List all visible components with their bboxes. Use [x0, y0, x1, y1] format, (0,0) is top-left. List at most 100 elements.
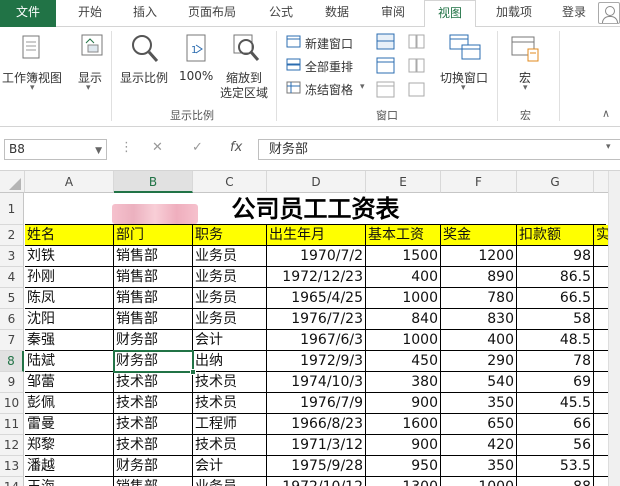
tab-review[interactable]: 审阅	[368, 0, 418, 27]
data-cell[interactable]: 650	[441, 414, 517, 435]
data-cell[interactable]: 1000	[366, 288, 441, 309]
data-cell[interactable]: 郑黎	[25, 435, 114, 456]
data-cell[interactable]: 780	[441, 288, 517, 309]
data-cell[interactable]: 技术部	[114, 393, 193, 414]
row-header[interactable]: 3	[0, 246, 24, 267]
header-cell[interactable]: 部门	[114, 225, 193, 246]
tab-data[interactable]: 数据	[312, 0, 362, 27]
data-cell[interactable]: 900	[366, 393, 441, 414]
tab-insert[interactable]: 插入	[122, 0, 168, 27]
row-header[interactable]: 8	[0, 351, 24, 372]
data-cell[interactable]: 98	[517, 246, 594, 267]
data-cell[interactable]: 1975/9/28	[267, 456, 366, 477]
collapse-ribbon-icon[interactable]: ∧	[602, 107, 610, 120]
name-box[interactable]: B8 ▼	[4, 139, 107, 160]
data-cell[interactable]: 1966/8/23	[267, 414, 366, 435]
data-cell[interactable]: 技术部	[114, 435, 193, 456]
data-cell[interactable]: 900	[366, 435, 441, 456]
data-cell[interactable]: 1965/4/25	[267, 288, 366, 309]
row-header[interactable]: 9	[0, 372, 24, 393]
select-all-corner[interactable]	[0, 171, 25, 193]
data-cell[interactable]: 业务员	[193, 288, 267, 309]
synchronous-scrolling-icon[interactable]	[408, 57, 426, 75]
data-cell[interactable]: 400	[366, 267, 441, 288]
data-cell[interactable]: 540	[441, 372, 517, 393]
data-cell[interactable]: 1972/9/3	[267, 351, 366, 372]
row-header[interactable]: 1	[0, 193, 24, 225]
data-cell[interactable]: 830	[441, 309, 517, 330]
data-cell[interactable]: 陈凤	[25, 288, 114, 309]
data-cell[interactable]: 350	[441, 456, 517, 477]
data-cell[interactable]: 秦强	[25, 330, 114, 351]
column-header-a[interactable]: A	[25, 171, 114, 193]
row-header[interactable]: 13	[0, 456, 24, 477]
data-cell[interactable]: 1300	[366, 477, 441, 486]
data-cell[interactable]: 技术员	[193, 372, 267, 393]
view-side-by-side-icon[interactable]	[408, 33, 426, 51]
row-header[interactable]: 12	[0, 435, 24, 456]
row-header[interactable]: 10	[0, 393, 24, 414]
data-cell[interactable]: 工程师	[193, 414, 267, 435]
data-cell[interactable]: 销售部	[114, 267, 193, 288]
zoom-to-selection-button-line2[interactable]: 选定区域	[220, 84, 268, 101]
data-cell[interactable]: 1970/7/2	[267, 246, 366, 267]
data-cell[interactable]: 450	[366, 351, 441, 372]
data-cell[interactable]: 48.5	[517, 330, 594, 351]
data-cell[interactable]: 1967/6/3	[267, 330, 366, 351]
split-icon[interactable]	[376, 33, 396, 51]
vertical-scrollbar[interactable]	[608, 171, 620, 486]
data-cell[interactable]: 陆斌	[25, 351, 114, 372]
column-header-d[interactable]: D	[267, 171, 366, 193]
row-header[interactable]: 6	[0, 309, 24, 330]
sheet-title[interactable]: 公司员工工资表	[25, 193, 606, 225]
header-cell[interactable]: 姓名	[25, 225, 114, 246]
data-cell[interactable]: 45.5	[517, 393, 594, 414]
tab-formulas[interactable]: 公式	[258, 0, 304, 27]
data-cell[interactable]: 350	[441, 393, 517, 414]
zoom-button[interactable]: 显示比例	[120, 69, 168, 86]
data-cell[interactable]: 技术员	[193, 393, 267, 414]
data-cell[interactable]: 66	[517, 414, 594, 435]
data-cell[interactable]: 财务部	[114, 330, 193, 351]
header-cell[interactable]: 出生年月	[267, 225, 366, 246]
login-link[interactable]: 登录	[562, 0, 586, 27]
data-cell[interactable]: 1972/10/12	[267, 477, 366, 486]
tab-addins[interactable]: 加载项	[484, 0, 544, 27]
header-cell[interactable]: 基本工资	[366, 225, 441, 246]
data-cell[interactable]: 邹蕾	[25, 372, 114, 393]
data-cell[interactable]: 78	[517, 351, 594, 372]
data-cell[interactable]: 58	[517, 309, 594, 330]
new-window-button[interactable]: 新建窗口	[305, 35, 353, 52]
data-cell[interactable]: 会计	[193, 456, 267, 477]
data-cell[interactable]: 销售部	[114, 309, 193, 330]
header-cell[interactable]: 职务	[193, 225, 267, 246]
cancel-icon[interactable]: ✕	[152, 140, 163, 155]
data-cell[interactable]: 1974/10/3	[267, 372, 366, 393]
row-header[interactable]: 14	[0, 477, 24, 486]
data-cell[interactable]: 销售部	[114, 246, 193, 267]
insert-function-icon[interactable]: fx	[230, 140, 242, 155]
data-cell[interactable]: 业务员	[193, 309, 267, 330]
data-cell[interactable]: 出纳	[193, 351, 267, 372]
column-header-b[interactable]: B	[114, 171, 193, 193]
data-cell[interactable]: 业务员	[193, 477, 267, 486]
user-avatar-icon[interactable]	[598, 2, 620, 24]
formula-input[interactable]: 财务部	[258, 139, 620, 160]
arrange-all-button[interactable]: 全部重排	[305, 58, 353, 75]
data-cell[interactable]: 1000	[441, 477, 517, 486]
data-cell[interactable]: 刘铁	[25, 246, 114, 267]
data-cell[interactable]: 290	[441, 351, 517, 372]
data-cell[interactable]: 1500	[366, 246, 441, 267]
name-box-dropdown-icon[interactable]: ▼	[95, 142, 102, 161]
data-cell[interactable]: 销售部	[114, 288, 193, 309]
data-cell[interactable]: 业务员	[193, 267, 267, 288]
data-cell[interactable]: 会计	[193, 330, 267, 351]
data-cell[interactable]: 销售部	[114, 477, 193, 486]
tab-view[interactable]: 视图	[424, 0, 476, 28]
data-cell[interactable]: 1000	[366, 330, 441, 351]
row-header[interactable]: 7	[0, 330, 24, 351]
data-cell[interactable]: 420	[441, 435, 517, 456]
data-cell[interactable]: 56	[517, 435, 594, 456]
row-header[interactable]: 5	[0, 288, 24, 309]
data-cell[interactable]: 380	[366, 372, 441, 393]
